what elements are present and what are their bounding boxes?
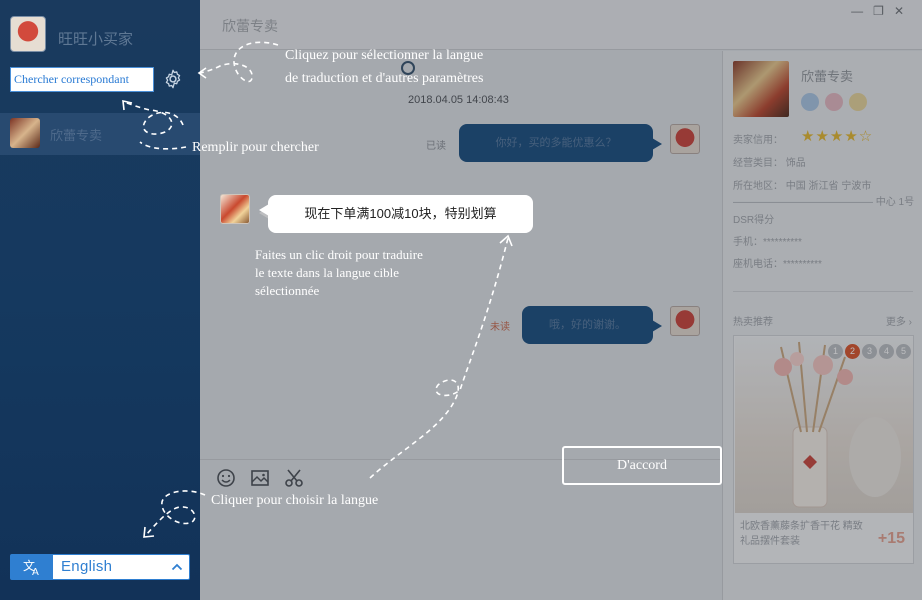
- translate-icon: 文 A: [11, 555, 53, 579]
- product-price: +15: [877, 530, 905, 547]
- minimize-icon[interactable]: —: [851, 4, 873, 18]
- image-icon[interactable]: [249, 467, 271, 489]
- info-category: 经营类目： 饰品: [733, 158, 806, 169]
- carousel-dot[interactable]: 4: [879, 344, 894, 359]
- contact-name: 欣蕾专卖: [50, 128, 103, 143]
- sidebar: 旺旺小买家 Chercher correspondant 欣蕾专卖 文 A En…: [0, 0, 200, 600]
- shop-avatar: [733, 61, 789, 117]
- recommend-title: 热卖推荐: [733, 317, 773, 328]
- shop-info-panel: 欣蕾专卖 卖家信用： ★★★★☆ 经营类目： 饰品 所在地区： 中国 浙江省 宁…: [722, 51, 922, 600]
- bubble-tail: [259, 204, 269, 216]
- message-timestamp: 2018.04.05 14:08:43: [408, 94, 509, 106]
- badge-heart-icon: [825, 93, 843, 111]
- contact-item[interactable]: 欣蕾专卖: [0, 113, 200, 155]
- username: 旺旺小买家: [58, 31, 134, 48]
- unread-status: 未读: [490, 322, 510, 333]
- chevron-up-icon: [171, 563, 183, 571]
- carousel-dot-active[interactable]: 2: [845, 344, 860, 359]
- divider: [733, 291, 913, 292]
- my-avatar: [670, 306, 700, 336]
- svg-text:A: A: [32, 567, 39, 577]
- chat-title: 欣蕾专卖: [222, 18, 278, 34]
- badge-diamond-icon: [801, 93, 819, 111]
- title-bar: 欣蕾专卖 —❐✕: [200, 0, 922, 50]
- info-dsr: DSR得分: [733, 215, 775, 226]
- language-select[interactable]: 文 A English: [10, 554, 190, 580]
- gear-icon[interactable]: [162, 68, 184, 90]
- highlighted-message-bubble[interactable]: 现在下单满100减10块，特别划算: [268, 195, 533, 233]
- chat-window: 欣蕾专卖 —❐✕ 2018.04.05 14:08:43 已读 你好，买的多能优…: [200, 0, 922, 600]
- message-bubble-sent[interactable]: 你好，买的多能优惠么？: [459, 124, 662, 162]
- info-location: 所在地区： 中国 浙江省 宁波市: [733, 181, 872, 192]
- recommend-more-link[interactable]: 更多 ›: [886, 313, 912, 328]
- contact-avatar: [10, 118, 40, 148]
- search-input[interactable]: Chercher correspondant: [10, 67, 154, 92]
- info-location-detail: —————————————— 中心 1号: [733, 197, 915, 208]
- ok-button[interactable]: D'accord: [562, 446, 722, 485]
- user-avatar[interactable]: [10, 16, 46, 52]
- carousel-dot[interactable]: 3: [862, 344, 877, 359]
- carousel-pager: 12345: [826, 341, 911, 359]
- carousel-dot[interactable]: 5: [896, 344, 911, 359]
- emoji-icon[interactable]: [215, 467, 237, 489]
- product-image: 12345: [735, 337, 913, 513]
- window-controls: —❐✕: [851, 4, 914, 18]
- rating-stars: ★★★★☆: [801, 128, 874, 145]
- badge-crown-icon: [849, 93, 867, 111]
- read-status: 已读: [426, 141, 446, 152]
- info-rating: 卖家信用：: [733, 135, 783, 146]
- product-description: 北欧香薰藤条扩香干花 精致礼品摆件套装: [740, 521, 863, 547]
- close-icon[interactable]: ✕: [894, 4, 914, 18]
- message-list[interactable]: 2018.04.05 14:08:43 已读 你好，买的多能优惠么？ 现在下单满…: [200, 51, 722, 459]
- clock-icon: [401, 61, 415, 75]
- info-tel: 座机电话：**********: [733, 259, 822, 270]
- scissors-icon[interactable]: [283, 467, 305, 489]
- carousel-dot[interactable]: 1: [828, 344, 843, 359]
- shop-name: 欣蕾专卖: [801, 69, 854, 84]
- maximize-icon[interactable]: ❐: [873, 4, 894, 18]
- message-bubble-sent[interactable]: 哦，好的谢谢。: [522, 306, 662, 344]
- product-card[interactable]: 12345 北欧香薰藤条扩香干花 精致礼品摆件套装 +15: [733, 335, 914, 564]
- language-label: English: [61, 558, 113, 575]
- my-avatar: [670, 124, 700, 154]
- highlighted-seller-avatar: [220, 194, 250, 224]
- info-phone: 手机：**********: [733, 237, 802, 248]
